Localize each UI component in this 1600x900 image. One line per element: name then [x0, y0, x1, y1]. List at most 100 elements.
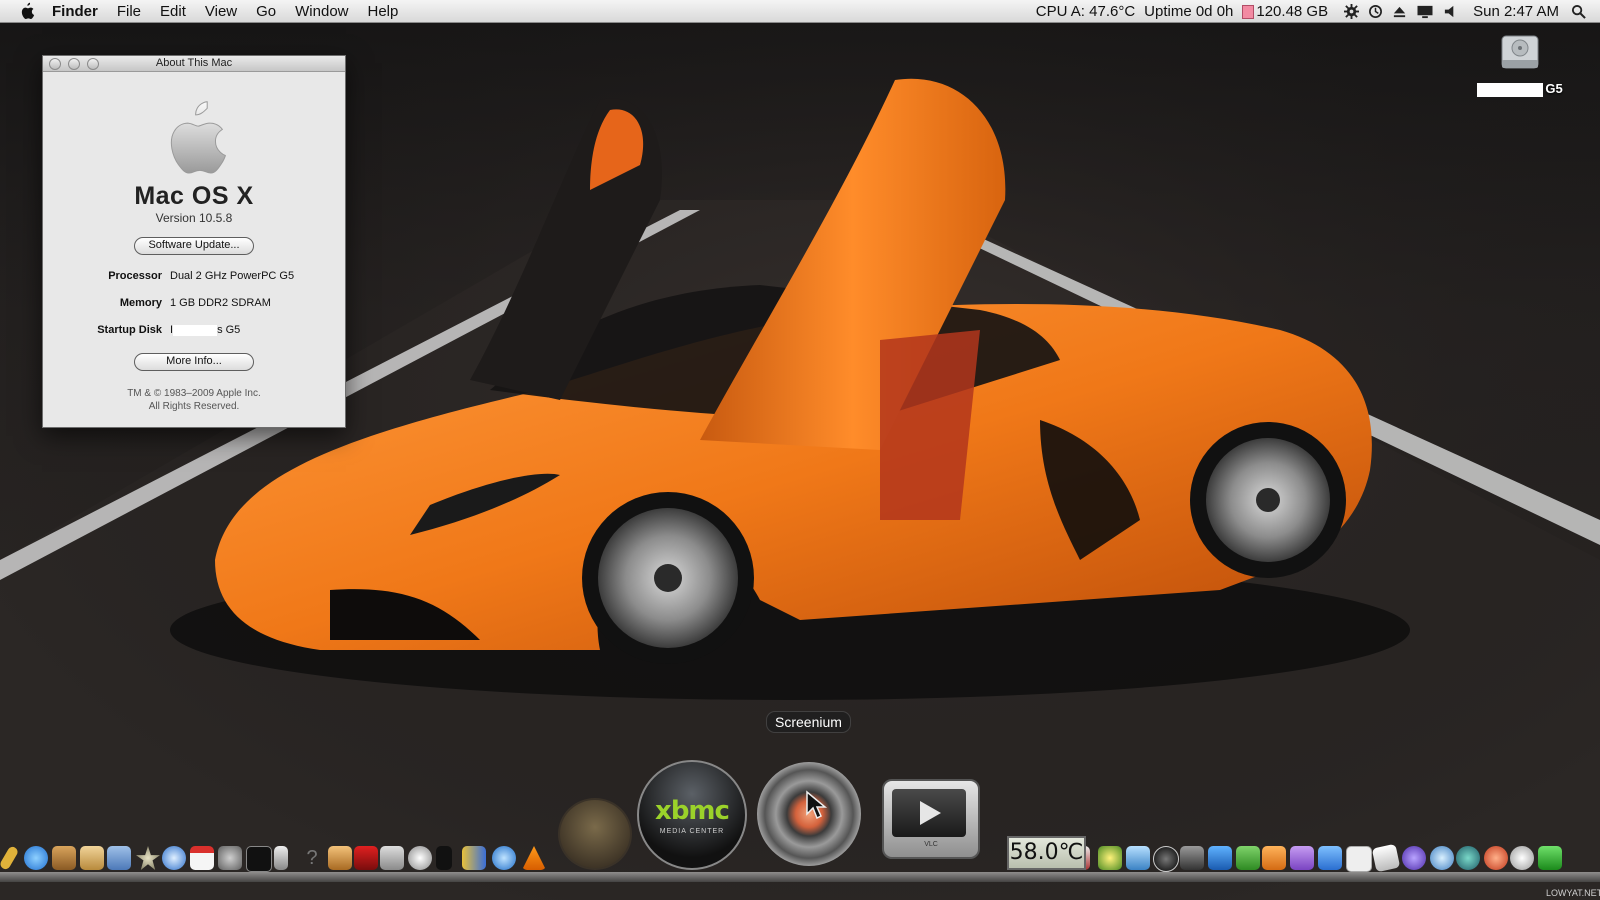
- disk-free-value: 120.48 GB: [1256, 2, 1329, 20]
- menu-file[interactable]: File: [117, 3, 141, 20]
- copyright-line-1: TM & © 1983–2009 Apple Inc.: [127, 388, 261, 399]
- screenium-icon[interactable]: [757, 762, 861, 866]
- apple-logo-icon: [170, 101, 226, 174]
- game-app-icon[interactable]: [558, 798, 632, 870]
- dock-app-icon[interactable]: [380, 846, 404, 870]
- menu-finder[interactable]: Finder: [52, 3, 98, 20]
- xbmc-icon[interactable]: xbmc MEDIA CENTER: [637, 760, 747, 870]
- system-specs: Processor Dual 2 GHz PowerPC G5 Memory 1…: [43, 270, 345, 351]
- vlc-player-icon[interactable]: VLC: [882, 779, 980, 859]
- disk-icon: [1242, 4, 1255, 19]
- uptime-menu[interactable]: Uptime 0d 0h: [1144, 3, 1233, 20]
- dock-app-icon[interactable]: [52, 846, 76, 870]
- copyright: TM & © 1983–2009 Apple Inc. All Rights R…: [43, 387, 345, 413]
- minimize-button[interactable]: [68, 58, 80, 70]
- window-controls: [49, 58, 106, 70]
- dock-app-icon[interactable]: [80, 846, 104, 870]
- gear-icon[interactable]: [1344, 3, 1360, 19]
- dock-app-icon[interactable]: [1153, 846, 1179, 872]
- preview-icon[interactable]: [107, 846, 131, 870]
- spotlight-search-icon[interactable]: [1571, 4, 1586, 19]
- dock-app-icon[interactable]: [1430, 846, 1454, 870]
- apple-menu-icon[interactable]: [18, 2, 36, 20]
- system-preferences-icon[interactable]: [218, 846, 242, 870]
- dock-app-icon[interactable]: [1402, 846, 1426, 870]
- itunes-icon[interactable]: [24, 846, 48, 870]
- temperature-widget[interactable]: 58.0℃: [1007, 836, 1086, 870]
- startup-disk-suffix: s G5: [217, 324, 241, 336]
- os-name: Mac OS X: [134, 182, 254, 210]
- dock-app-icon[interactable]: [274, 846, 288, 870]
- dock-app-icon[interactable]: [1484, 846, 1508, 870]
- startup-disk-value: Is G5: [170, 324, 240, 336]
- zoom-button[interactable]: [87, 58, 99, 70]
- dock-app-icon[interactable]: [436, 846, 452, 870]
- safari-icon[interactable]: [162, 846, 186, 870]
- memory-row: Memory 1 GB DDR2 SDRAM: [43, 297, 345, 324]
- time-machine-icon[interactable]: [1368, 4, 1383, 19]
- dock-app-icon[interactable]: [1290, 846, 1314, 870]
- disk-free-menu[interactable]: 120.48 GB: [1242, 3, 1328, 20]
- menu-help[interactable]: Help: [368, 3, 399, 20]
- excel-icon[interactable]: [1236, 846, 1260, 870]
- redacted-name: [173, 324, 218, 336]
- messenger-icon[interactable]: [1318, 846, 1342, 870]
- dock-app-icon[interactable]: [1371, 843, 1401, 873]
- about-content: Mac OS X Version 10.5.8 Software Update.…: [43, 98, 345, 413]
- redacted-name: [1477, 82, 1544, 97]
- dock-app-icon[interactable]: [1098, 846, 1122, 870]
- desktop-drive-icon[interactable]: G5: [1470, 30, 1570, 98]
- hard-drive-icon: [1501, 35, 1539, 69]
- help-icon[interactable]: ?: [300, 846, 324, 870]
- drive-label: G5: [1477, 81, 1563, 97]
- processor-row: Processor Dual 2 GHz PowerPC G5: [43, 270, 345, 297]
- menu-window[interactable]: Window: [295, 3, 348, 20]
- ical-icon[interactable]: [190, 846, 214, 870]
- menu-go[interactable]: Go: [256, 3, 276, 20]
- utorrent-icon[interactable]: [1538, 846, 1562, 870]
- menu-bar: Finder File Edit View Go Window Help CPU…: [0, 0, 1600, 23]
- window-titlebar[interactable]: About This Mac: [43, 56, 345, 72]
- startup-disk-row: Startup Disk Is G5: [43, 324, 345, 351]
- clock-icon[interactable]: [1510, 846, 1534, 870]
- dock-app-icon[interactable]: [1456, 846, 1480, 870]
- cpu-temp-menu[interactable]: CPU A: 47.6°C: [1036, 3, 1135, 20]
- software-update-button[interactable]: Software Update...: [134, 237, 254, 255]
- menu-view[interactable]: View: [205, 3, 237, 20]
- dock-app-icon[interactable]: [0, 845, 20, 871]
- copyright-line-2: All Rights Reserved.: [148, 401, 240, 412]
- processor-value: Dual 2 GHz PowerPC G5: [170, 270, 295, 282]
- more-info-button[interactable]: More Info...: [134, 353, 254, 371]
- menu-edit[interactable]: Edit: [160, 3, 186, 20]
- display-icon[interactable]: [1416, 4, 1434, 19]
- dock-app-icon[interactable]: [1346, 846, 1372, 872]
- vlc-cone-icon[interactable]: [522, 846, 546, 870]
- memory-label: Memory: [119, 297, 162, 309]
- terminal-icon[interactable]: [246, 846, 272, 872]
- drive-label-text: G5: [1545, 81, 1563, 96]
- dock-app-icon[interactable]: [1180, 846, 1204, 870]
- xbmc-sub-label: MEDIA CENTER: [659, 828, 725, 835]
- powerpoint-icon[interactable]: [1262, 846, 1286, 870]
- window-title: About This Mac: [155, 57, 233, 69]
- dock-app-icon[interactable]: [408, 846, 432, 870]
- dock-app-icon[interactable]: [462, 846, 486, 870]
- close-button[interactable]: [49, 58, 61, 70]
- player-screen: [892, 789, 966, 837]
- dock-app-icon[interactable]: [354, 846, 378, 870]
- eject-icon[interactable]: [1392, 4, 1407, 19]
- os-version: Version 10.5.8: [155, 211, 233, 225]
- quicktime-icon[interactable]: [492, 846, 516, 870]
- star-icon[interactable]: [136, 846, 160, 870]
- dock-app-icon[interactable]: [1126, 846, 1150, 870]
- clock-menu[interactable]: Sun 2:47 AM: [1473, 3, 1559, 20]
- watermark: LOWYAT.NET: [1546, 888, 1600, 898]
- mouse-cursor-icon: [806, 790, 828, 820]
- dock-app-icon[interactable]: [328, 846, 352, 870]
- word-icon[interactable]: [1208, 846, 1232, 870]
- xbmc-label: xbmc: [655, 796, 730, 826]
- volume-icon[interactable]: [1443, 4, 1458, 19]
- menu-extras: CPU A: 47.6°C Uptime 0d 0h 120.48 GB Sun…: [1036, 3, 1600, 20]
- dock-shelf: [0, 872, 1600, 882]
- vlc-label: VLC: [924, 841, 938, 848]
